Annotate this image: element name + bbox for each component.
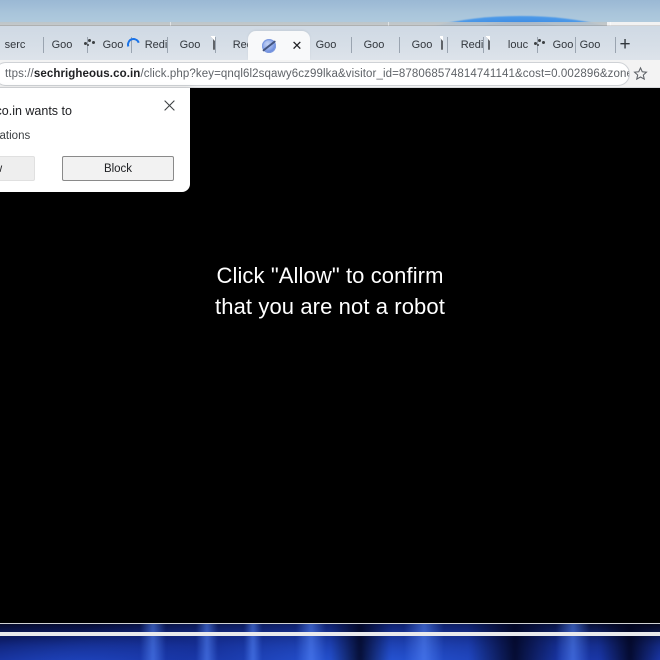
page-message-line2: that you are not a robot — [215, 294, 445, 319]
tab-label: Goo — [51, 39, 73, 51]
address-bar-row: ttps://sechrigheous.co.in/click.php?key=… — [0, 60, 660, 88]
notification-blocked-icon — [261, 38, 277, 54]
dots-icon — [83, 37, 99, 53]
browser-tab-11[interactable]: louc — [478, 30, 538, 60]
document-icon — [440, 36, 457, 53]
permission-dialog-subtitle: w notifications — [0, 130, 31, 142]
new-tab-button[interactable]: + — [615, 35, 635, 56]
wallpaper-streak-1 — [140, 624, 166, 660]
close-icon[interactable] — [161, 99, 177, 115]
browser-tab-3[interactable]: Redi — [124, 30, 168, 60]
wallpaper-streak-3 — [244, 624, 262, 660]
tab-label: Goo — [363, 39, 385, 51]
wallpaper-streak-2 — [196, 624, 218, 660]
notification-permission-dialog: heous.co.in wants to w notifications All… — [0, 88, 190, 192]
tab-strip: serc Goo Goo Redi Goo Redi ✕ Goo Goo Goo Redi louc G… — [0, 26, 660, 60]
wallpaper-streak-6 — [556, 624, 590, 660]
browser-tab-8[interactable]: Goo — [348, 30, 400, 60]
tab-label: Goo — [411, 39, 433, 51]
star-icon[interactable] — [633, 66, 648, 81]
tab-label: serc — [4, 39, 26, 51]
swirl-icon — [125, 37, 141, 53]
url-host: sechrigheous.co.in — [33, 68, 141, 80]
page-message: Click "Allow" to confirm that you are no… — [0, 260, 660, 322]
desktop-wallpaper-bottom — [0, 624, 660, 660]
allow-button[interactable]: Allow — [0, 156, 35, 181]
browser-tab-13[interactable]: Goo — [564, 30, 616, 60]
tab-label: louc — [507, 39, 529, 51]
wallpaper-shadow-1 — [330, 624, 390, 660]
dots-icon — [533, 37, 549, 53]
tab-label: Goo — [179, 39, 201, 51]
browser-window: serc Goo Goo Redi Goo Redi ✕ Goo Goo Goo Redi louc G… — [0, 26, 660, 632]
wallpaper-shadow-3 — [600, 624, 660, 660]
tab-label: Goo — [579, 39, 601, 51]
wallpaper-streak-4 — [296, 624, 326, 660]
url-path: /click.php?key=qnql6l2sqawy6cz99lka&visi… — [140, 68, 629, 80]
desktop-top-rule — [0, 632, 660, 636]
document-icon — [487, 36, 504, 53]
block-button[interactable]: Block — [62, 156, 174, 181]
address-url-text: ttps://sechrigheous.co.in/click.php?key=… — [5, 68, 629, 80]
browser-tab-7[interactable]: Goo — [300, 30, 352, 60]
permission-dialog-title: heous.co.in wants to — [0, 104, 72, 118]
page-message-line1: Click "Allow" to confirm — [216, 263, 444, 288]
document-icon — [212, 36, 229, 53]
wallpaper-shadow-2 — [470, 624, 560, 660]
url-scheme: ttps:// — [5, 68, 34, 80]
tab-label: Goo — [315, 39, 337, 51]
tab-label: Goo — [102, 39, 124, 51]
wallpaper-streak-5 — [404, 624, 444, 660]
address-input[interactable]: ttps://sechrigheous.co.in/click.php?key=… — [0, 62, 630, 86]
desktop-wallpaper-top — [0, 0, 660, 28]
